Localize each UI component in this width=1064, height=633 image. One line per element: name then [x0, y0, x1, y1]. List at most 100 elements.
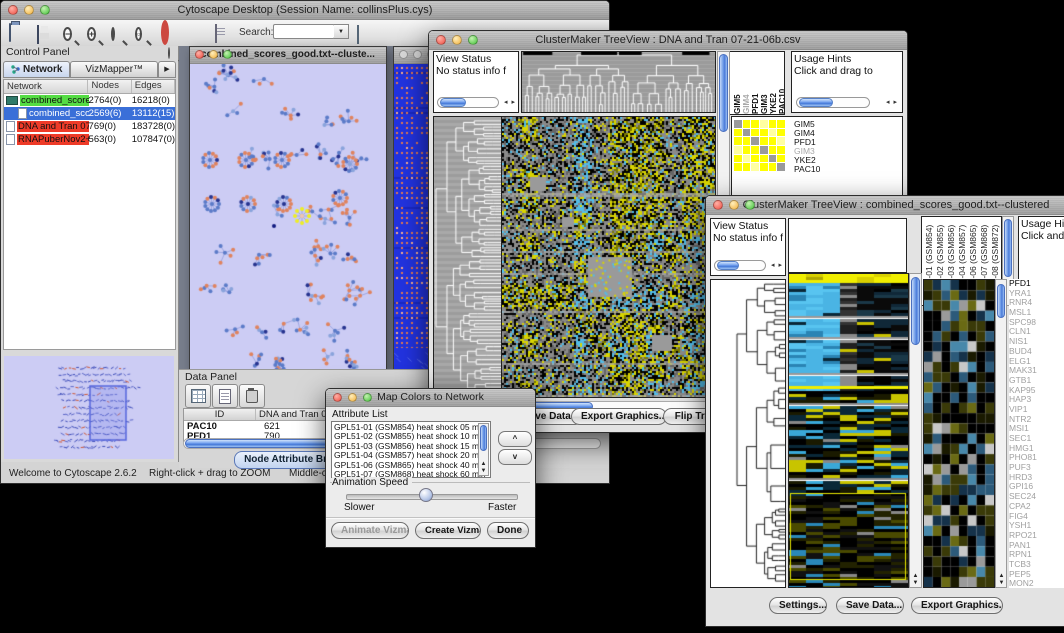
zoom-button[interactable]	[223, 50, 232, 59]
matrix-cell[interactable]	[777, 120, 786, 129]
network-view-window[interactable]: combined_scores_good.txt--cluste...	[189, 46, 387, 371]
matrix-cell[interactable]	[751, 120, 760, 129]
zoom-in-icon[interactable]: +	[87, 24, 96, 42]
minimize-button[interactable]	[209, 50, 218, 59]
help-lifering-icon[interactable]	[161, 24, 169, 42]
tv2-titlebar[interactable]: ClusterMaker TreeView : combined_scores_…	[706, 196, 1064, 215]
matrix-cell[interactable]	[769, 163, 778, 172]
tv1-heatmap[interactable]	[501, 116, 716, 398]
matrix-cell[interactable]	[743, 146, 752, 155]
close-button[interactable]	[195, 50, 204, 59]
network-view-titlebar[interactable]: combined_scores_good.txt--cluste...	[190, 47, 386, 64]
scroll-arrows[interactable]: ◂ ▸	[886, 97, 898, 108]
tv1-hints-scrollbar[interactable]	[796, 97, 870, 108]
tab-network[interactable]: Network	[3, 61, 70, 78]
matrix-cell[interactable]	[734, 120, 743, 129]
matrix-cell[interactable]	[743, 155, 752, 164]
matrix-cell[interactable]	[734, 129, 743, 138]
search-input[interactable]	[273, 24, 335, 39]
matrix-cell[interactable]	[769, 129, 778, 138]
minimize-button[interactable]	[24, 5, 34, 15]
tv2-zoom-vscrollbar[interactable]: ▲▼	[995, 279, 1007, 588]
search-dropdown-arrow[interactable]: ▼	[334, 24, 349, 39]
tv2-status-scrollbar[interactable]	[714, 260, 766, 271]
minimize-button[interactable]	[348, 393, 357, 402]
tv1-status-scrollbar[interactable]	[437, 97, 499, 108]
matrix-cell[interactable]	[777, 155, 786, 164]
close-button[interactable]	[333, 393, 342, 402]
close-button[interactable]	[8, 5, 18, 15]
table-edit-icon[interactable]	[357, 26, 359, 44]
matrix-cell[interactable]	[760, 120, 769, 129]
export-graphics-button[interactable]: Export Graphics...	[911, 597, 1003, 614]
minimize-button[interactable]	[452, 35, 462, 45]
settings-button[interactable]: Settings...	[769, 597, 827, 614]
create-vizmap-button[interactable]: Create Vizmap	[415, 522, 481, 539]
zoom-fit-icon[interactable]: ▫	[135, 24, 142, 42]
tv1-similarity-matrix[interactable]	[734, 120, 786, 172]
matrix-cell[interactable]	[743, 137, 752, 146]
zoom-out-icon[interactable]: −	[63, 24, 72, 42]
matrix-cell[interactable]	[751, 146, 760, 155]
matrix-cell[interactable]	[734, 163, 743, 172]
attribute-list-scrollbar[interactable]: ▲▼	[478, 423, 489, 476]
tv2-heatmap-vscrollbar[interactable]: ▲▼	[909, 273, 922, 588]
matrix-cell[interactable]	[760, 137, 769, 146]
zoom-button[interactable]	[40, 5, 50, 15]
scroll-arrows[interactable]: ◂ ▸	[771, 260, 783, 271]
network-canvas[interactable]	[190, 64, 386, 370]
tv1-column-dendrogram[interactable]	[521, 51, 716, 113]
tv2-column-dendrogram[interactable]	[788, 218, 907, 273]
close-button[interactable]	[713, 200, 723, 210]
matrix-cell[interactable]	[734, 146, 743, 155]
matrix-cell[interactable]	[751, 163, 760, 172]
open-folder-icon[interactable]	[9, 24, 11, 42]
save-data-button[interactable]: Save Data...	[836, 597, 904, 614]
birdseye-view[interactable]	[4, 356, 174, 459]
select-attributes-icon[interactable]	[185, 384, 211, 408]
delete-attribute-icon[interactable]	[239, 384, 265, 408]
export-graphics-button[interactable]: Export Graphics...	[571, 408, 667, 425]
animate-vizmap-button[interactable]: Animate Vizmap	[331, 522, 409, 539]
matrix-cell[interactable]	[743, 129, 752, 138]
matrix-cell[interactable]	[760, 163, 769, 172]
matrix-cell[interactable]	[743, 120, 752, 129]
main-titlebar[interactable]: Cytoscape Desktop (Session Name: collins…	[1, 1, 609, 20]
zoom-actual-icon[interactable]	[111, 24, 115, 42]
network-list-header[interactable]: Network Nodes Edges	[4, 80, 175, 94]
zoom-button[interactable]	[468, 35, 478, 45]
matrix-cell[interactable]	[769, 137, 778, 146]
network-list-row[interactable]: combined_scores2764(0)16218(0)	[4, 94, 175, 107]
move-down-button[interactable]: v	[498, 449, 532, 465]
matrix-cell[interactable]	[751, 155, 760, 164]
matrix-cell[interactable]	[734, 137, 743, 146]
float-panel-icon[interactable]	[168, 47, 170, 59]
matrix-cell[interactable]	[769, 146, 778, 155]
network-list-row[interactable]: combined_sco2569(6)13112(15)	[4, 107, 175, 120]
matrix-cell[interactable]	[734, 155, 743, 164]
scroll-arrows[interactable]: ◂ ▸	[504, 97, 516, 108]
zoom-button[interactable]	[363, 393, 372, 402]
zoom-button[interactable]	[745, 200, 755, 210]
matrix-cell[interactable]	[769, 120, 778, 129]
matrix-cell[interactable]	[777, 129, 786, 138]
matrix-cell[interactable]	[751, 129, 760, 138]
attribute-listbox[interactable]: GPL51-01 (GSM854) heat shock 05 minGPL51…	[331, 421, 491, 478]
matrix-cell[interactable]	[760, 146, 769, 155]
matrix-cell[interactable]	[751, 137, 760, 146]
matrix-cell[interactable]	[760, 155, 769, 164]
move-up-button[interactable]: ^	[498, 431, 532, 447]
close-button[interactable]	[399, 50, 408, 59]
save-icon[interactable]	[37, 26, 39, 44]
create-attribute-icon[interactable]	[212, 384, 238, 408]
tab-vizmapper[interactable]: VizMapper™	[70, 61, 158, 78]
dialog-titlebar[interactable]: Map Colors to Network	[326, 389, 535, 407]
tv2-row-dendrogram[interactable]	[710, 279, 786, 588]
matrix-cell[interactable]	[777, 146, 786, 155]
matrix-cell[interactable]	[743, 163, 752, 172]
matrix-cell[interactable]	[769, 155, 778, 164]
slider-thumb[interactable]	[419, 488, 433, 502]
matrix-cell[interactable]	[777, 137, 786, 146]
tv1-row-dendrogram[interactable]	[433, 116, 503, 398]
minimize-button[interactable]	[729, 200, 739, 210]
